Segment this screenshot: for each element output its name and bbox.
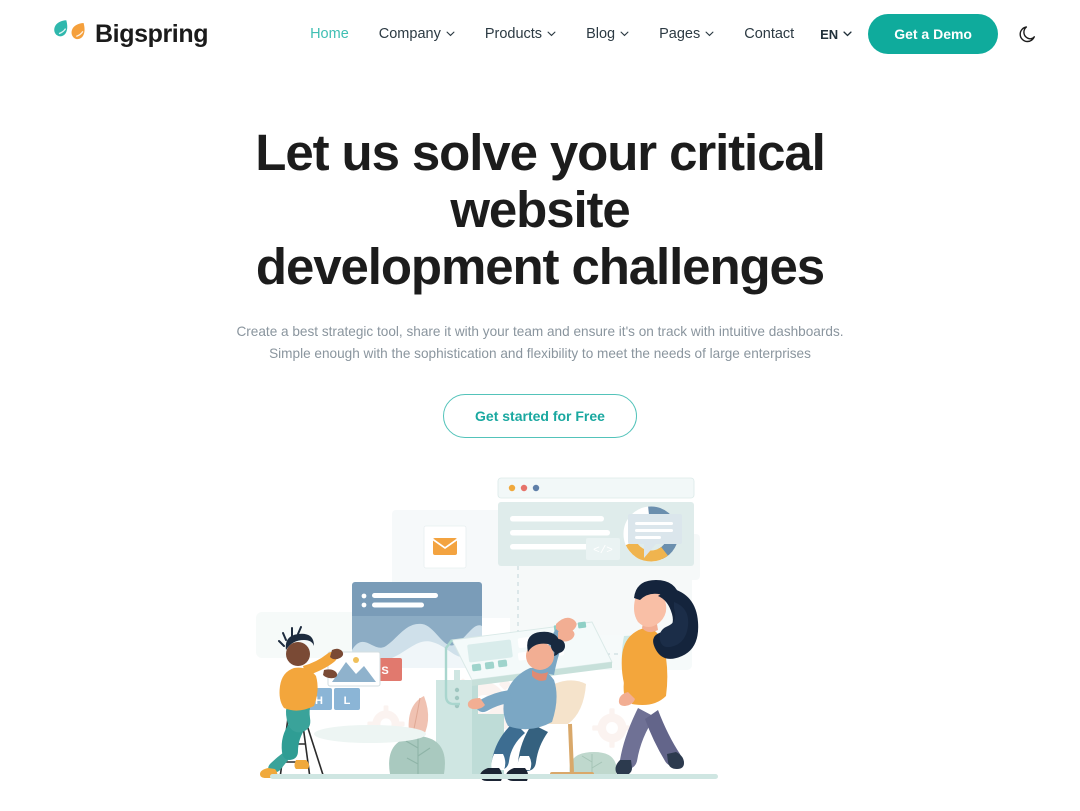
dark-mode-toggle[interactable] [1014,21,1040,47]
illustration-canvas: </> S H L [256,477,718,782]
get-a-demo-button[interactable]: Get a Demo [868,14,998,54]
nav-item-label: Home [310,26,349,42]
hero-subtitle: Create a best strategic tool, share it w… [220,321,860,364]
two-leaf-logo-icon [54,20,85,40]
site-header: Bigspring Home Company Products Blog Pag… [0,0,1080,68]
chevron-down-icon [446,31,455,37]
header-actions: EN Get a Demo [820,14,1040,54]
status-badge-l: L [334,688,360,711]
hero-subtitle-line-2: Simple enough with the sophistication an… [269,345,811,361]
nav-item-pages[interactable]: Pages [659,26,714,42]
window-dot-blue [532,485,540,492]
nav-item-company[interactable]: Company [379,26,455,42]
chevron-down-icon [843,31,852,37]
chevron-down-icon [620,31,629,37]
nav-item-contact[interactable]: Contact [744,26,794,42]
hero-subtitle-line-1: Create a best strategic tool, share it w… [236,324,844,340]
nav-item-label: Contact [744,26,795,42]
get-started-for-free-button[interactable]: Get started for Free [443,394,637,439]
hero-title-line-1: Let us solve your critical website [255,124,826,239]
nav-item-label: Blog [586,26,616,42]
status-badge-l-label: L [344,695,351,707]
nav-item-home[interactable]: Home [310,26,349,42]
brand-logo[interactable]: Bigspring [52,19,208,49]
chevron-down-icon [547,31,556,37]
window-dot-orange [508,485,516,492]
hero-section: Let us solve your critical website devel… [0,68,1080,792]
code-badge: </> [586,538,620,561]
nav-item-blog[interactable]: Blog [586,26,629,42]
window-dot-red [520,485,528,492]
language-selector[interactable]: EN [820,27,852,42]
brand-name: Bigspring [95,19,209,48]
language-label: EN [820,26,839,42]
status-badge-s-label: S [381,665,388,677]
nav-item-label: Pages [659,26,701,42]
main-navigation: Home Company Products Blog Pages Contact [310,26,794,42]
chevron-down-icon [705,31,714,37]
email-envelope-card [423,525,467,569]
nav-item-products[interactable]: Products [485,26,556,42]
team-collaboration-dashboard-illustration: </> S H L [0,472,1080,792]
page-title: Let us solve your critical website devel… [170,124,910,295]
hero-title-line-2: development challenges [255,238,825,296]
moon-icon [1019,25,1035,42]
code-badge-label: </> [593,545,613,557]
nav-item-label: Company [378,26,441,42]
nav-item-label: Products [484,26,543,42]
